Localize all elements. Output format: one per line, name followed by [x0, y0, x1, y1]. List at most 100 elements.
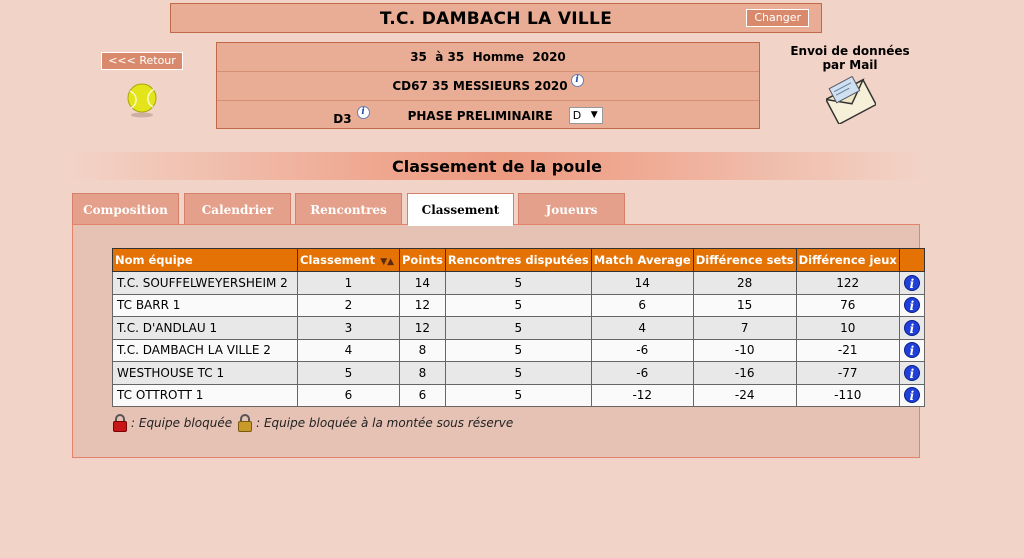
col-header-rencontres[interactable]: Rencontres disputées	[444, 248, 592, 272]
team-info-icon[interactable]: i	[903, 342, 920, 359]
tennis-ball-icon	[127, 83, 157, 118]
cell-team-name: T.C. SOUFFELWEYERSHEIM 2	[112, 271, 298, 295]
cell-rank: 4	[297, 338, 400, 362]
cell-team-name: TC BARR 1	[112, 293, 298, 317]
cell-matches-played: 5	[444, 383, 592, 407]
poule-select[interactable]: D ▼	[568, 107, 603, 124]
cell-team-name: T.C. DAMBACH LA VILLE 2	[112, 338, 298, 362]
cell-set-difference: -16	[692, 361, 797, 385]
cell-matches-played: 5	[444, 361, 592, 385]
cell-set-difference: 28	[692, 271, 797, 295]
tab-rencontres[interactable]: Rencontres	[295, 193, 402, 225]
col-header-classement[interactable]: Classement ▼▲	[297, 248, 400, 272]
col-header-diff-sets[interactable]: Différence sets	[692, 248, 797, 272]
cell-game-difference: 122	[795, 271, 900, 295]
cell-game-difference: -21	[795, 338, 900, 362]
club-header: T.C. DAMBACH LA VILLE Changer	[170, 3, 822, 33]
cell-match-average: -6	[590, 361, 694, 385]
poule-selected-value: D	[572, 109, 582, 122]
mail-title-line2: par Mail	[822, 58, 878, 72]
legend-blocked: : Equipe bloquée	[131, 416, 233, 430]
table-row: TC BARR 1 2 12 5 6 15 76 i	[112, 293, 925, 317]
table-row: T.C. D'ANDLAU 1 3 12 5 4 7 10 i	[112, 316, 925, 340]
legend-blocked-promotion: : Equipe bloquée à la montée sous réserv…	[256, 416, 514, 430]
cell-rank: 2	[297, 293, 400, 317]
team-info-icon[interactable]: i	[903, 297, 920, 314]
table-header-row: Nom équipe Classement ▼▲ Points Rencontr…	[112, 248, 925, 272]
competition-info: 35 à 35 Homme 2020 CD67 35 MESSIEURS 202…	[216, 42, 760, 129]
club-name: T.C. DAMBACH LA VILLE	[379, 9, 613, 29]
cell-set-difference: 15	[692, 293, 797, 317]
table-row: T.C. DAMBACH LA VILLE 2 4 8 5 -6 -10 -21 i	[112, 338, 925, 362]
cell-points: 12	[399, 293, 446, 317]
cell-info: i	[898, 271, 925, 295]
tab-calendrier[interactable]: Calendrier	[184, 193, 291, 225]
cell-team-name: T.C. D'ANDLAU 1	[112, 316, 298, 340]
cell-points: 8	[399, 338, 446, 362]
section-band: Classement de la poule	[72, 152, 922, 180]
division-info-icon[interactable]: i	[356, 106, 370, 119]
col-header-match-average[interactable]: Match Average	[590, 248, 694, 272]
col-header-diff-jeux[interactable]: Différence jeux	[795, 248, 900, 272]
cell-matches-played: 5	[444, 271, 592, 295]
phase-label: PHASE PRELIMINAIRE	[407, 108, 553, 123]
cell-info: i	[898, 361, 925, 385]
tab-composition[interactable]: Composition	[72, 193, 179, 225]
change-club-button[interactable]: Changer	[746, 9, 809, 27]
chevron-down-icon: ▼	[590, 110, 598, 120]
team-info-icon[interactable]: i	[903, 274, 920, 291]
col-header-points[interactable]: Points	[399, 248, 446, 272]
section-title: Classement de la poule	[392, 157, 602, 176]
red-lock-icon	[113, 414, 127, 432]
cell-info: i	[898, 293, 925, 317]
cell-rank: 6	[297, 383, 400, 407]
sort-arrows-icon[interactable]: ▼▲	[377, 257, 394, 267]
team-info-icon[interactable]: i	[903, 387, 920, 404]
cell-info: i	[898, 383, 925, 407]
cell-team-name: WESTHOUSE TC 1	[112, 361, 298, 385]
cell-matches-played: 5	[444, 293, 592, 317]
cell-match-average: 6	[590, 293, 694, 317]
info-icon[interactable]: i	[570, 73, 584, 87]
mail-export-title: Envoi de données par Mail	[776, 44, 924, 72]
cell-points: 12	[399, 316, 446, 340]
competition-name-row: CD67 35 MESSIEURS 2020 i	[217, 72, 759, 101]
cell-team-name: TC OTTROTT 1	[112, 383, 298, 407]
ranking-table: Nom équipe Classement ▼▲ Points Rencontr…	[112, 248, 925, 407]
legend: : Equipe bloquée : Equipe bloquée à la m…	[113, 414, 513, 432]
competition-category: 35 à 35 Homme 2020	[217, 43, 759, 72]
table-row: TC OTTROTT 1 6 6 5 -12 -24 -110 i	[112, 383, 925, 407]
cell-match-average: 4	[590, 316, 694, 340]
ranking-table-body: T.C. SOUFFELWEYERSHEIM 2 1 14 5 14 28 122 i TC B…	[112, 271, 925, 407]
cell-set-difference: 7	[692, 316, 797, 340]
tab-joueurs[interactable]: Joueurs	[518, 193, 625, 225]
col-header-team[interactable]: Nom équipe	[112, 248, 298, 272]
tab-classement[interactable]: Classement	[407, 193, 514, 226]
cell-matches-played: 5	[444, 316, 592, 340]
cell-game-difference: 10	[795, 316, 900, 340]
mail-title-line1: Envoi de données	[790, 44, 910, 58]
mail-envelope-icon[interactable]	[826, 76, 876, 124]
cell-info: i	[898, 316, 925, 340]
cell-match-average: -12	[590, 383, 694, 407]
cell-points: 6	[399, 383, 446, 407]
cell-info: i	[898, 338, 925, 362]
cell-match-average: 14	[590, 271, 694, 295]
cell-points: 14	[399, 271, 446, 295]
team-info-icon[interactable]: i	[903, 319, 920, 336]
division-label: D3	[333, 111, 352, 126]
cell-matches-played: 5	[444, 338, 592, 362]
competition-name: CD67 35 MESSIEURS 2020	[392, 79, 568, 93]
cell-points: 8	[399, 361, 446, 385]
division-row: D3 i PHASE PRELIMINAIRE D ▼	[217, 101, 759, 130]
col-header-classement-label: Classement	[300, 253, 376, 267]
team-info-icon[interactable]: i	[903, 364, 920, 381]
cell-set-difference: -10	[692, 338, 797, 362]
cell-match-average: -6	[590, 338, 694, 362]
cell-game-difference: -110	[795, 383, 900, 407]
cell-set-difference: -24	[692, 383, 797, 407]
cell-rank: 1	[297, 271, 400, 295]
back-button[interactable]: <<< Retour	[101, 52, 183, 70]
gold-lock-icon	[238, 414, 253, 432]
col-header-info	[898, 248, 925, 272]
